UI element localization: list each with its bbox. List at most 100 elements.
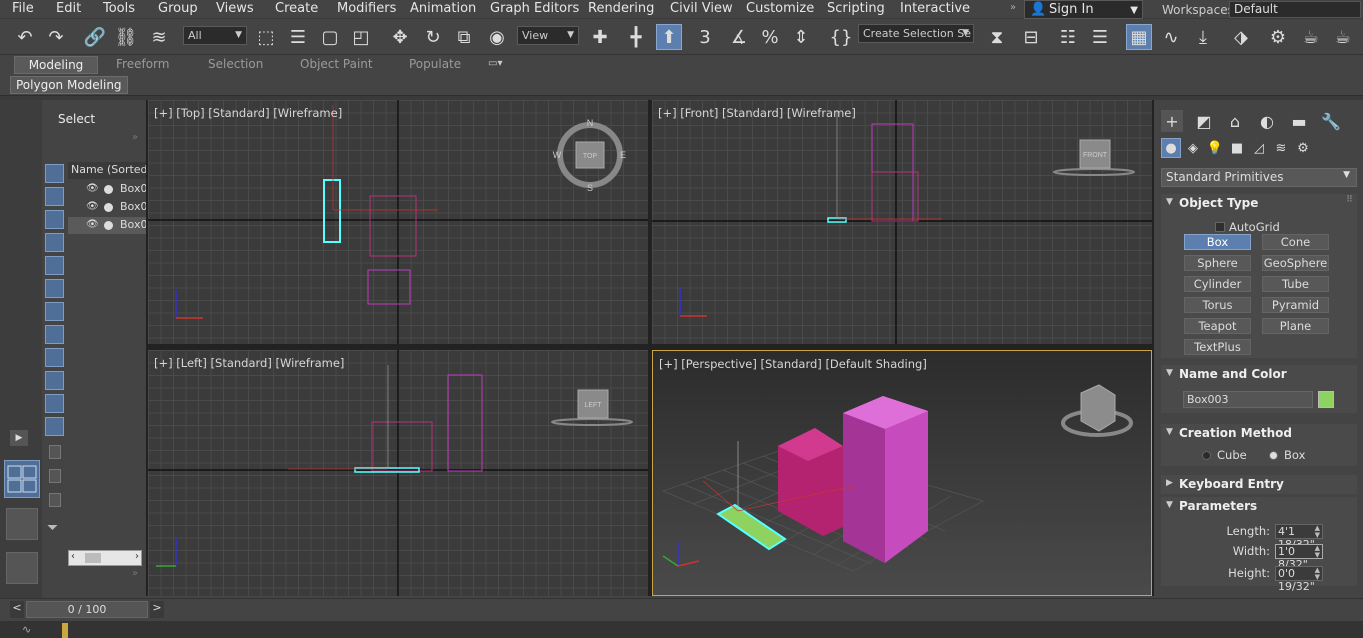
eye-icon[interactable]: 👁 [86, 219, 99, 230]
utilities-tab-icon[interactable]: 🔧 [1320, 110, 1342, 132]
placement-icon[interactable]: ◉ [484, 24, 510, 50]
spinner-icon[interactable]: ▲ ▼ [1315, 545, 1320, 559]
display-helpers-icon[interactable] [45, 256, 64, 275]
length-field[interactable]: 4'1 18/32"▲▼ [1275, 524, 1323, 551]
box003-wire[interactable] [323, 179, 341, 243]
time-marker[interactable] [62, 623, 68, 638]
rectangular-selection-icon[interactable]: ▢ [317, 24, 343, 50]
lights-icon[interactable]: 💡 [1205, 138, 1225, 158]
list-item[interactable]: 👁 Box002 [68, 199, 161, 216]
sign-in-button[interactable]: 👤 Sign In ▼ [1024, 0, 1143, 19]
tube-button[interactable]: Tube [1262, 276, 1329, 292]
menu-customize[interactable]: Customize [746, 1, 814, 16]
menu-edit[interactable]: Edit [56, 1, 81, 16]
display-groups-icon[interactable] [45, 302, 64, 321]
keyboard-entry-header[interactable]: ▶ Keyboard Entry [1161, 475, 1357, 494]
edit-named-selection-icon[interactable]: {} [828, 24, 854, 50]
named-selection-sets-select[interactable]: Create Selection Se ▼ [858, 24, 974, 43]
creation-method-header[interactable]: ▼ Creation Method [1161, 424, 1357, 443]
viewcube-perspective[interactable] [1080, 384, 1116, 432]
scroll-left-icon[interactable]: ‹ [71, 551, 75, 562]
display-none-icon[interactable] [49, 469, 61, 483]
box001-front-wire[interactable] [871, 171, 919, 222]
teapot-button[interactable]: Teapot [1184, 318, 1251, 334]
modify-tab-icon[interactable]: ◩ [1193, 110, 1215, 132]
scroll-thumb[interactable] [85, 553, 101, 563]
create-tab-icon[interactable]: + [1161, 110, 1183, 132]
expand-icon[interactable]: » [132, 568, 138, 579]
layout-quad-icon[interactable] [4, 460, 40, 498]
viewport-label-front[interactable]: [+] [Front] [Standard] [Wireframe] [658, 106, 856, 120]
freeze-icon[interactable] [104, 185, 113, 194]
menu-scripting[interactable]: Scripting [827, 1, 885, 16]
sphere-button[interactable]: Sphere [1184, 255, 1251, 271]
box002-left-wire[interactable] [447, 374, 483, 472]
render-production-icon[interactable]: ☕ [1330, 24, 1356, 50]
object-name-field[interactable]: Box003 [1183, 391, 1313, 408]
rendered-frame-window-icon[interactable]: ☕ [1298, 24, 1324, 50]
menu-civil-view[interactable]: Civil View [670, 1, 733, 16]
spinner-icon[interactable]: ▲ ▼ [1315, 567, 1320, 581]
systems-icon[interactable]: ⚙ [1293, 138, 1313, 158]
select-by-name-icon[interactable]: ☰ [285, 24, 311, 50]
display-containers-icon[interactable] [45, 371, 64, 390]
cameras-icon[interactable]: ■ [1227, 138, 1247, 158]
move-icon[interactable]: ✥ [387, 24, 413, 50]
display-lights-icon[interactable] [45, 210, 64, 229]
keyboard-shortcut-override-icon[interactable]: ⬆ [656, 24, 682, 50]
render-setup-icon[interactable]: ⚙ [1265, 24, 1291, 50]
menu-rendering[interactable]: Rendering [588, 1, 654, 16]
tab-selection[interactable]: Selection [202, 56, 269, 74]
tab-object-paint[interactable]: Object Paint [294, 56, 379, 74]
object-color-swatch[interactable] [1318, 391, 1334, 408]
ribbon-toggle-icon[interactable]: ▦ [1126, 24, 1152, 50]
scroll-right-icon[interactable]: › [135, 551, 139, 562]
name-color-header[interactable]: ▼ Name and Color [1161, 365, 1357, 384]
viewport-label-top[interactable]: [+] [Top] [Standard] [Wireframe] [154, 106, 342, 120]
box001-wire[interactable] [369, 195, 417, 257]
snaps-toggle-icon[interactable]: 3 [692, 24, 718, 50]
display-all-icon[interactable] [49, 445, 61, 459]
scene-horizontal-scrollbar[interactable]: ‹ › [68, 550, 142, 566]
layout-alt-icon[interactable] [6, 552, 38, 584]
scale-icon[interactable]: ⧉ [451, 24, 477, 50]
redo-icon[interactable]: ↷ [43, 24, 69, 50]
plane-button[interactable]: Plane [1262, 318, 1329, 334]
geometry-icon[interactable]: ● [1161, 138, 1181, 158]
display-invert-icon[interactable] [49, 493, 61, 507]
curve-editor-mini-icon[interactable]: ∿ [22, 623, 31, 636]
menu-tools[interactable]: Tools [103, 1, 135, 16]
width-field[interactable]: 1'0 8/32" ▲ ▼ [1275, 544, 1323, 571]
menu-animation[interactable]: Animation [410, 1, 476, 16]
reference-coordinate-select[interactable]: View ▼ [517, 26, 579, 45]
scene-explorer-toggle-icon[interactable]: ☷ [1055, 24, 1081, 50]
shapes-icon[interactable]: ◈ [1183, 138, 1203, 158]
space-warps-icon[interactable]: ≋ [1271, 138, 1291, 158]
polygon-modeling-panel[interactable]: Polygon Modeling [10, 76, 128, 94]
box-radio[interactable]: Box [1269, 448, 1305, 462]
pivot-point-icon[interactable]: ✚ [587, 24, 613, 50]
menu-views[interactable]: Views [216, 1, 254, 16]
filter-icon[interactable]: ⏷ [47, 520, 58, 536]
box002-wire[interactable] [367, 269, 411, 305]
expand-icon[interactable]: » [132, 132, 138, 143]
bind-space-warp-icon[interactable]: ≋ [146, 24, 172, 50]
textplus-button[interactable]: TextPlus [1184, 339, 1251, 355]
ribbon-options-icon[interactable]: ▭▾ [488, 58, 502, 69]
layer-explorer-icon[interactable]: ☰ [1087, 24, 1113, 50]
menu-group[interactable]: Group [158, 1, 198, 16]
percent-snap-icon[interactable]: % [757, 24, 783, 50]
track-bar[interactable]: ∿ [0, 621, 1363, 638]
height-field[interactable]: 0'0 19/32" ▲ ▼ [1275, 566, 1323, 593]
mirror-icon[interactable]: ⧗ [984, 24, 1010, 50]
viewport-label-perspective[interactable]: [+] [Perspective] [Standard] [Default Sh… [659, 357, 927, 371]
display-tab-icon[interactable]: ▬ [1288, 110, 1310, 132]
helpers-icon[interactable]: ◿ [1249, 138, 1269, 158]
parameters-header[interactable]: ▼ Parameters [1161, 497, 1357, 516]
display-bones-icon[interactable] [45, 348, 64, 367]
viewport-label-left[interactable]: [+] [Left] [Standard] [Wireframe] [154, 356, 344, 370]
menu-overflow-icon[interactable]: » [1010, 2, 1016, 13]
display-shapes-icon[interactable] [45, 187, 64, 206]
spinner-snap-icon[interactable]: ⇕ [788, 24, 814, 50]
link-icon[interactable]: 🔗 [82, 24, 108, 50]
